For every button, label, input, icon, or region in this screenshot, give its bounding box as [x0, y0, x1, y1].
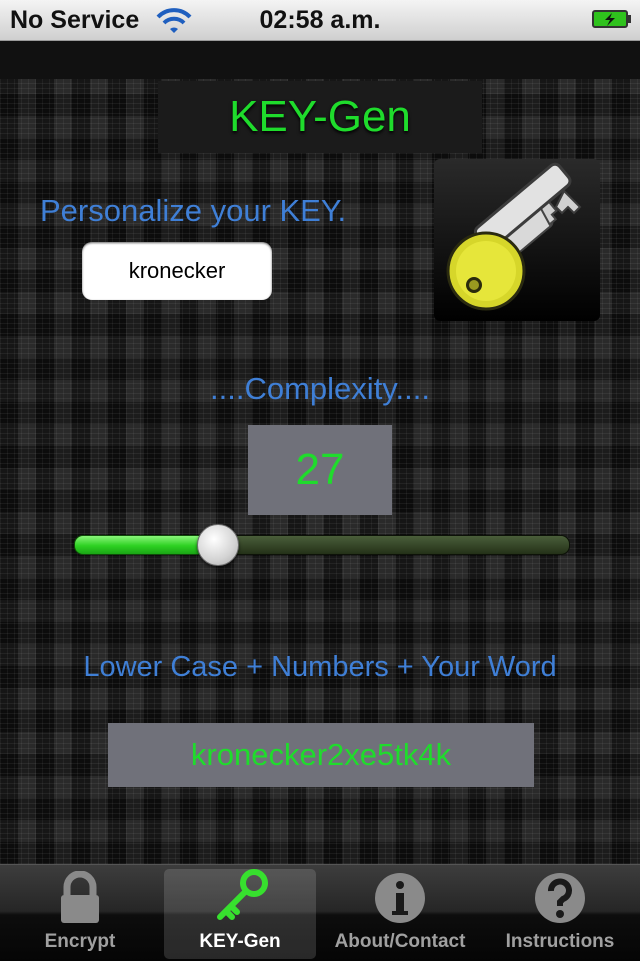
status-time: 02:58 a.m. [259, 6, 381, 34]
key-icon [217, 869, 268, 920]
page-title: KEY-Gen [158, 81, 482, 153]
question-icon [535, 873, 585, 923]
tab-about-contact[interactable]: About/Contact [324, 869, 476, 959]
tab-instructions[interactable]: Instructions [484, 869, 636, 959]
complexity-label: ....Complexity.... [210, 371, 430, 406]
complexity-value: 27 [248, 425, 392, 515]
lock-icon [61, 871, 99, 923]
info-icon [375, 873, 425, 923]
slider-thumb[interactable] [197, 524, 240, 566]
page-title-text: KEY-Gen [229, 92, 411, 141]
tab-about-contact-label: About/Contact [334, 931, 466, 952]
tab-keygen[interactable]: KEY-Gen [164, 869, 316, 959]
battery-charging-icon [592, 10, 631, 28]
header-band [0, 41, 640, 79]
status-bar: No Service 02:58 a.m. [0, 0, 640, 41]
complexity-slider[interactable] [74, 524, 570, 566]
personalize-label: Personalize your KEY. [40, 193, 347, 228]
key-word-input[interactable] [82, 242, 272, 300]
tab-encrypt[interactable]: Encrypt [4, 869, 156, 959]
tab-instructions-label: Instructions [505, 931, 615, 952]
tab-encrypt-label: Encrypt [44, 931, 116, 952]
complexity-value-text: 27 [295, 445, 345, 494]
generated-key-text: kronecker2xe5tk4k [190, 737, 452, 772]
key-image [434, 159, 600, 321]
key-icon [446, 162, 582, 311]
character-set-label: Lower Case + Numbers + Your Word [83, 651, 557, 683]
tab-bar: Encrypt KEY-Gen About/Contact Instructio… [0, 864, 640, 961]
tab-keygen-label: KEY-Gen [199, 931, 281, 952]
keygen-screen: KEY-Gen Personalize your KEY. ....Comple… [0, 41, 640, 864]
generated-key-box[interactable]: kronecker2xe5tk4k [108, 723, 534, 787]
